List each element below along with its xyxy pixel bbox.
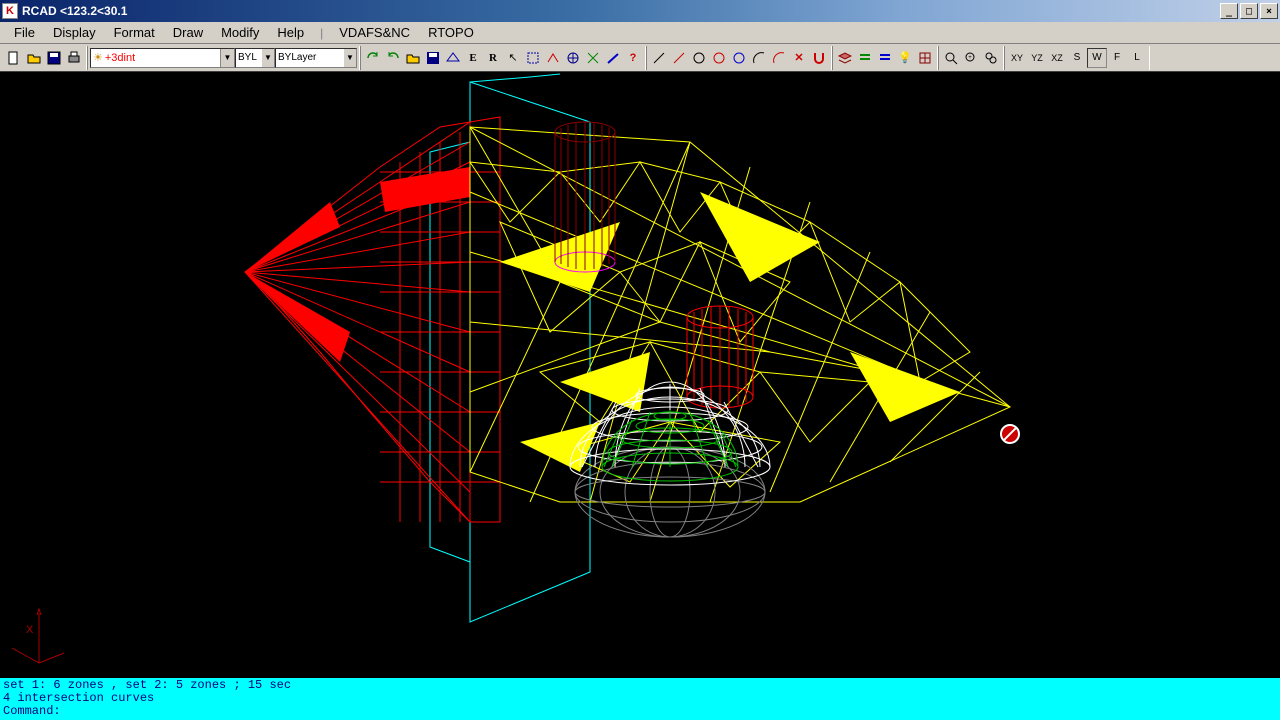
cyan-plane (430, 74, 590, 622)
minimize-button[interactable]: _ (1220, 3, 1238, 19)
line2-icon[interactable] (669, 48, 689, 68)
command-area[interactable]: set 1: 6 zones , set 2: 5 zones ; 15 sec… (0, 677, 1280, 720)
zoom-tool-group: + (938, 46, 1004, 70)
titlebar: K RCAD <123.2<30.1 _ □ × (0, 0, 1280, 22)
command-history-line: set 1: 6 zones , set 2: 5 zones ; 15 sec (3, 679, 1277, 692)
menu-modify[interactable]: Modify (213, 23, 267, 42)
line-icon[interactable] (649, 48, 669, 68)
color-dropdown[interactable]: BYL ▼ (235, 48, 275, 68)
e-tool-icon[interactable]: E (463, 48, 483, 68)
chevron-down-icon[interactable]: ▼ (344, 49, 356, 67)
help-icon[interactable]: ? (623, 48, 643, 68)
viewport-3d[interactable]: X (0, 72, 1280, 677)
green-dome (602, 410, 738, 481)
arc2-icon[interactable] (769, 48, 789, 68)
view-xy-button[interactable]: XY (1007, 48, 1027, 68)
view-l-button[interactable]: L (1127, 48, 1147, 68)
command-prompt[interactable]: Command: (3, 705, 1277, 718)
zoom-in-icon[interactable]: + (961, 48, 981, 68)
menu-help[interactable]: Help (269, 23, 312, 42)
delete-icon[interactable]: ✕ (789, 48, 809, 68)
arrow-tool-icon[interactable]: ↖ (503, 48, 523, 68)
layer-sun-icon: ☀ (93, 51, 103, 64)
globe-icon[interactable] (563, 48, 583, 68)
redo-icon[interactable] (363, 48, 383, 68)
bulb-icon[interactable]: 💡 (895, 48, 915, 68)
save2-icon[interactable] (423, 48, 443, 68)
modify-tool-group: ✕ (646, 46, 832, 70)
surface-icon[interactable] (543, 48, 563, 68)
ucs-icon: X (4, 603, 74, 673)
circle2-icon[interactable] (709, 48, 729, 68)
open-icon[interactable] (24, 48, 44, 68)
svg-text:X: X (26, 624, 34, 636)
file-tool-group (2, 46, 87, 70)
grid-icon[interactable] (915, 48, 935, 68)
open2-icon[interactable] (403, 48, 423, 68)
menu-vdafsnc[interactable]: VDAFS&NC (331, 23, 418, 42)
layers-icon[interactable] (835, 48, 855, 68)
save-icon[interactable] (44, 48, 64, 68)
command-history-line: 4 intersection curves (3, 692, 1277, 705)
view-f-button[interactable]: F (1107, 48, 1127, 68)
layer-tool-group: ☀ +3dint ▼ BYL ▼ BYLayer ▼ (87, 46, 360, 70)
svg-text:+: + (968, 55, 972, 61)
menu-format[interactable]: Format (106, 23, 163, 42)
view-xz-button[interactable]: XZ (1047, 48, 1067, 68)
view-tool-group: 💡 (832, 46, 938, 70)
viewplane-tool-group: XY YZ XZ S W F L (1004, 46, 1150, 70)
menu-rtopo[interactable]: RTOPO (420, 23, 482, 42)
menu-file[interactable]: File (6, 23, 43, 42)
toolbar: ☀ +3dint ▼ BYL ▼ BYLayer ▼ E R ↖ ? (0, 44, 1280, 72)
no-drop-cursor-icon (1000, 424, 1020, 444)
mesh-icon[interactable] (583, 48, 603, 68)
menubar: File Display Format Draw Modify Help | V… (0, 22, 1280, 44)
menu-draw[interactable]: Draw (165, 23, 211, 42)
view-w-button[interactable]: W (1087, 48, 1107, 68)
print-icon[interactable] (64, 48, 84, 68)
layer-value: +3dint (105, 52, 135, 64)
maximize-button[interactable]: □ (1240, 3, 1258, 19)
linetype-dropdown[interactable]: BYLayer ▼ (275, 48, 357, 68)
arc-icon[interactable] (749, 48, 769, 68)
layers2-icon[interactable] (855, 48, 875, 68)
circle-icon[interactable] (689, 48, 709, 68)
linetype-value: BYLayer (278, 52, 316, 63)
app-icon: K (2, 3, 18, 19)
zoom-window-icon[interactable] (981, 48, 1001, 68)
circle3-icon[interactable] (729, 48, 749, 68)
draw-tool-group: E R ↖ ? (360, 46, 646, 70)
color-value: BYL (238, 52, 257, 63)
window-title: RCAD <123.2<30.1 (22, 4, 1220, 18)
layers3-icon[interactable] (875, 48, 895, 68)
red-solid-faces (245, 167, 470, 362)
slice-icon[interactable] (603, 48, 623, 68)
chevron-down-icon[interactable]: ▼ (220, 49, 234, 67)
view-s-button[interactable]: S (1067, 48, 1087, 68)
menu-separator: | (314, 26, 329, 40)
plane-icon[interactable] (443, 48, 463, 68)
menu-display[interactable]: Display (45, 23, 104, 42)
undo-icon[interactable] (383, 48, 403, 68)
chevron-down-icon[interactable]: ▼ (262, 49, 274, 67)
zoom-extents-icon[interactable] (941, 48, 961, 68)
view-yz-button[interactable]: YZ (1027, 48, 1047, 68)
new-icon[interactable] (4, 48, 24, 68)
layer-dropdown[interactable]: ☀ +3dint ▼ (90, 48, 235, 68)
close-button[interactable]: × (1260, 3, 1278, 19)
wireframe-scene (0, 72, 1280, 677)
r-tool-icon[interactable]: R (483, 48, 503, 68)
magnet-icon[interactable] (809, 48, 829, 68)
window-controls: _ □ × (1220, 3, 1278, 19)
select-icon[interactable] (523, 48, 543, 68)
